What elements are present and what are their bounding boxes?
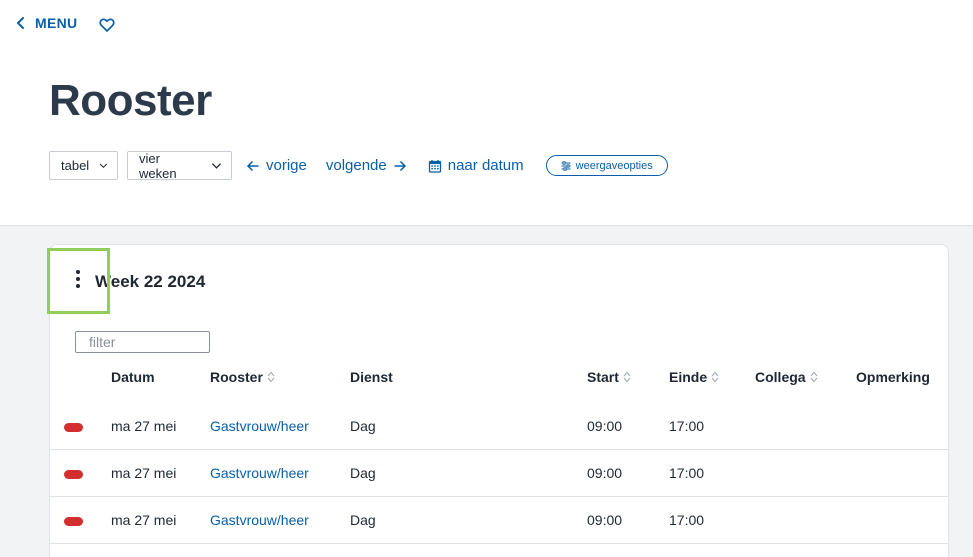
range-value: vier weken: [139, 150, 177, 181]
cell-rooster-link[interactable]: Gastvrouw/heer: [210, 403, 309, 450]
menu-button[interactable]: MENU: [15, 15, 77, 31]
page-title: Rooster: [49, 76, 212, 125]
column-header-opmerking: Opmerking: [856, 369, 930, 385]
cell-dienst: Dag: [350, 418, 376, 434]
column-header-collega[interactable]: Collega: [755, 369, 818, 385]
top-bar: MENU: [0, 0, 973, 50]
cell-einde: 17:00: [669, 418, 705, 434]
sort-icon: [267, 371, 275, 383]
chevron-down-icon: [99, 163, 108, 169]
calendar-icon: [428, 159, 441, 173]
column-header-start[interactable]: Start: [587, 369, 631, 385]
cell-start: 09:00: [587, 418, 623, 434]
kebab-icon[interactable]: [71, 268, 85, 290]
previous-label: vorige: [266, 157, 307, 174]
heart-icon[interactable]: [98, 16, 116, 34]
sliders-icon: [561, 160, 571, 171]
chevron-down-icon: [211, 163, 222, 169]
cell-dienst: Dag: [350, 465, 376, 481]
cell-start: 09:00: [587, 465, 623, 481]
cell-dienst: Dag: [350, 512, 376, 528]
view-type-value: tabel: [61, 158, 90, 173]
table-row[interactable]: ma 27 mei Gastvrouw/heer Dag 09:00 17:00: [50, 403, 948, 450]
display-options-button[interactable]: weergaveopties: [545, 155, 668, 176]
view-type-select[interactable]: tabel: [49, 151, 118, 180]
display-options-label: weergaveopties: [575, 159, 653, 172]
filter-input[interactable]: [75, 331, 210, 353]
arrow-left-icon: [246, 160, 259, 171]
arrow-right-icon: [394, 160, 406, 171]
chevron-left-icon: [17, 17, 24, 29]
column-header-einde[interactable]: Einde: [669, 369, 719, 385]
previous-button[interactable]: vorige: [246, 157, 307, 174]
cell-datum: ma 27 mei: [111, 465, 177, 481]
sort-icon: [711, 371, 719, 383]
sort-icon: [623, 371, 631, 383]
status-indicator: [64, 470, 83, 479]
next-button[interactable]: volgende: [326, 157, 407, 174]
cell-rooster-link[interactable]: Gastvrouw/heer: [210, 450, 309, 497]
column-header-datum: Datum: [111, 369, 155, 385]
status-indicator: [64, 423, 83, 432]
table-row[interactable]: ma 27 mei Gastvrouw/heer Dag 09:00 17:00: [50, 497, 948, 544]
week-title: Week 22 2024: [95, 272, 206, 291]
cell-datum: ma 27 mei: [111, 512, 177, 528]
next-label: volgende: [325, 157, 387, 174]
cell-start: 09:00: [587, 512, 623, 528]
status-indicator: [64, 517, 83, 526]
view-toolbar: tabel vier weken vorige volgende naar da…: [49, 150, 668, 181]
column-header-rooster[interactable]: Rooster: [210, 369, 275, 385]
cell-datum: ma 27 mei: [111, 418, 177, 434]
cell-einde: 17:00: [669, 465, 705, 481]
range-select[interactable]: vier weken: [127, 150, 232, 181]
go-to-date-button[interactable]: naar datum: [428, 157, 524, 174]
column-header-dienst: Dienst: [350, 369, 393, 385]
cell-rooster-link[interactable]: Gastvrouw/heer: [210, 497, 309, 544]
sort-icon: [810, 371, 817, 383]
cell-einde: 17:00: [669, 512, 705, 528]
go-to-date-label: naar datum: [447, 157, 524, 174]
menu-label: MENU: [35, 15, 78, 31]
table-row[interactable]: ma 27 mei Gastvrouw/heer Dag 09:00 17:00: [50, 450, 948, 497]
